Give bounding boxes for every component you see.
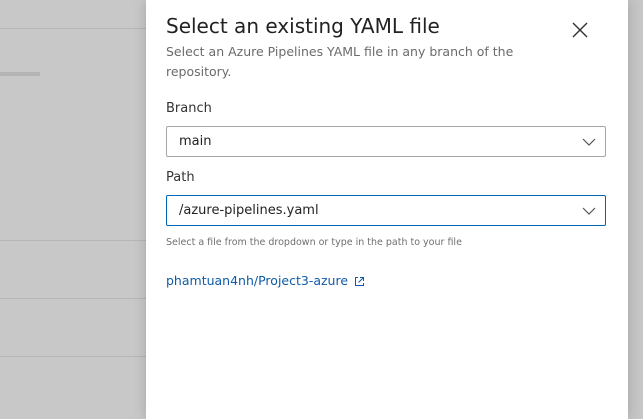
- panel-subtitle: Select an Azure Pipelines YAML file in a…: [166, 44, 514, 79]
- repository-link-text: phamtuan4nh/Project3-azure: [166, 273, 349, 288]
- background-divider: [0, 356, 146, 357]
- background-divider: [0, 240, 146, 241]
- path-value: /azure-pipelines.yaml: [179, 203, 319, 218]
- chevron-down-icon: [582, 207, 596, 215]
- external-link-icon: [355, 277, 365, 286]
- repository-link[interactable]: phamtuan4nh/Project3-azure: [166, 273, 365, 288]
- background-divider: [0, 28, 146, 29]
- path-helper-text: Select a file from the dropdown or type …: [166, 237, 462, 248]
- branch-value: main: [179, 134, 212, 149]
- background-right-edge: [628, 0, 643, 419]
- close-icon: [572, 22, 588, 38]
- path-label: Path: [166, 170, 195, 185]
- chevron-down-icon: [582, 138, 596, 146]
- branch-dropdown[interactable]: main: [166, 126, 606, 157]
- select-yaml-panel: Select an existing YAML file Select an A…: [146, 0, 628, 419]
- path-combobox[interactable]: /azure-pipelines.yaml: [166, 195, 606, 226]
- close-button[interactable]: [566, 16, 594, 44]
- branch-label: Branch: [166, 101, 212, 116]
- panel-title: Select an existing YAML file: [166, 14, 440, 38]
- background-placeholder-bar: [0, 72, 40, 76]
- background-divider: [0, 298, 146, 299]
